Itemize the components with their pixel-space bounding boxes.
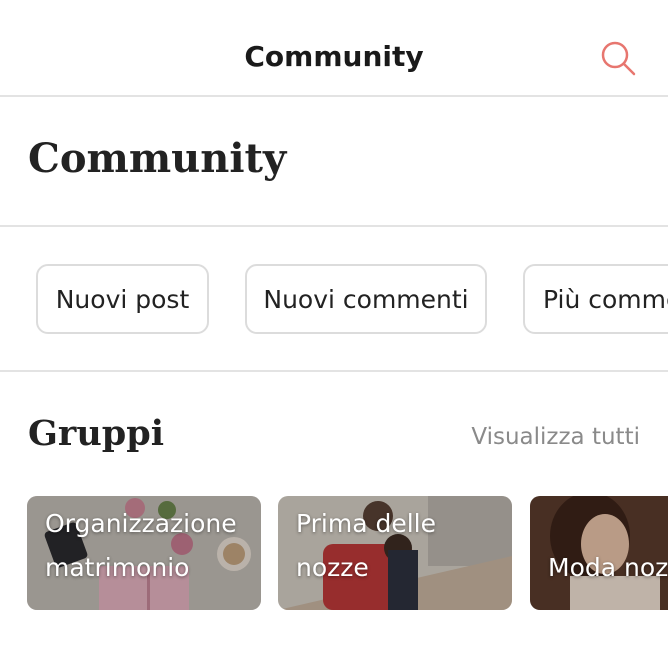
- filter-chip-new-posts[interactable]: Nuovi post: [36, 264, 209, 334]
- group-card-label: Organizzazione matrimonio: [45, 509, 237, 582]
- groups-section-header: Gruppi Visualizza tutti: [0, 372, 668, 492]
- search-icon: [601, 41, 636, 76]
- search-button[interactable]: [598, 38, 638, 78]
- group-card-wedding-planning[interactable]: Organizzazione matrimonio: [27, 496, 261, 610]
- group-card-wedding-fashion[interactable]: Moda noz: [530, 496, 668, 610]
- group-card-label: Moda noz: [548, 553, 668, 582]
- group-card-label: Prima delle nozze: [296, 509, 437, 582]
- group-cards-carousel: Organizzazione matrimonio Prima delle no…: [0, 496, 668, 612]
- groups-title: Gruppi: [28, 413, 165, 454]
- filter-chip-row: Nuovi post Nuovi commenti Più comme: [0, 227, 668, 372]
- filter-chip-new-comments[interactable]: Nuovi commenti: [245, 264, 487, 334]
- page-title: Community: [28, 135, 287, 182]
- page-header: Community: [0, 97, 668, 227]
- navbar-title: Community: [244, 40, 424, 73]
- filter-chip-most-commented[interactable]: Più comme: [523, 264, 668, 334]
- top-navigation-bar: Community: [0, 0, 668, 97]
- view-all-link[interactable]: Visualizza tutti: [471, 424, 640, 450]
- group-card-before-wedding[interactable]: Prima delle nozze: [278, 496, 512, 610]
